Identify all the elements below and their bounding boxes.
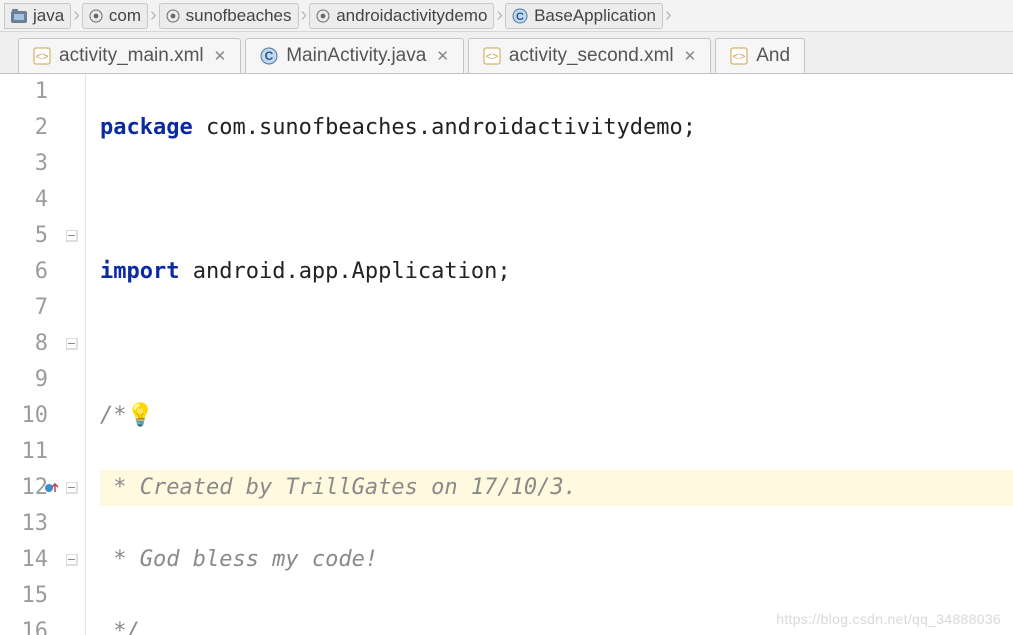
folder-source-icon: [11, 9, 27, 23]
watermark-text: https://blog.csdn.net/qq_34888036: [776, 611, 1001, 627]
line-number: 1: [0, 74, 48, 110]
breadcrumb-label: BaseApplication: [534, 6, 656, 26]
breadcrumb-item-com[interactable]: com: [82, 3, 148, 29]
xml-icon: <>: [483, 47, 501, 65]
breadcrumb-item-baseapplication[interactable]: C BaseApplication: [505, 3, 663, 29]
breadcrumb-item-java[interactable]: java: [4, 3, 71, 29]
line-number: 7: [0, 290, 48, 326]
comment-text: * God bless my code!: [100, 547, 378, 572]
line-number: 3: [0, 146, 48, 182]
line-number: 15: [0, 578, 48, 614]
keyword-import: import: [100, 259, 179, 284]
line-number: 16: [0, 614, 48, 635]
bulb-icon: 💡: [127, 403, 154, 428]
code-area[interactable]: package com.sunofbeaches.androidactivity…: [86, 74, 1013, 635]
breadcrumb-item-androidactivitydemo[interactable]: androidactivitydemo: [309, 3, 494, 29]
tab-overflow[interactable]: <> And: [715, 38, 805, 73]
comment-text: * Created by TrillGates on 17/10/3.: [100, 475, 577, 500]
svg-text:C: C: [265, 49, 274, 63]
breadcrumb-item-sunofbeaches[interactable]: sunofbeaches: [159, 3, 299, 29]
tab-activity-second-xml[interactable]: <> activity_second.xml ✕: [468, 38, 711, 73]
breadcrumb-label: sunofbeaches: [186, 6, 292, 26]
line-number: 8: [0, 326, 48, 362]
line-number: 13: [0, 506, 48, 542]
chevron-right-icon: ›: [150, 4, 157, 27]
chevron-right-icon: ›: [665, 4, 672, 27]
line-number: 5: [0, 218, 48, 254]
line-number: 6: [0, 254, 48, 290]
fold-open-icon[interactable]: [60, 470, 84, 506]
breadcrumb-label: androidactivitydemo: [336, 6, 487, 26]
close-icon[interactable]: ✕: [436, 47, 449, 65]
breadcrumb-bar: java › com › sunofbeaches › androidactiv…: [0, 0, 1013, 32]
svg-text:C: C: [516, 11, 524, 23]
tab-label: And: [756, 45, 790, 67]
close-icon[interactable]: ✕: [684, 47, 697, 65]
line-number: 14: [0, 542, 48, 578]
code-editor[interactable]: 1 2 3 4 5 6 7 8 9 10 11 12 13 14 15 16 p…: [0, 74, 1013, 635]
svg-text:<>: <>: [733, 51, 746, 63]
tab-activity-main-xml[interactable]: <> activity_main.xml ✕: [18, 38, 241, 73]
line-number: 9: [0, 362, 48, 398]
class-icon: C: [260, 47, 278, 65]
close-icon[interactable]: ✕: [214, 47, 227, 65]
tab-mainactivity-java[interactable]: C MainActivity.java ✕: [245, 38, 464, 73]
fold-close-icon[interactable]: [60, 326, 84, 362]
line-number: 11: [0, 434, 48, 470]
package-name: com.sunofbeaches.androidactivitydemo;: [193, 115, 696, 140]
xml-icon: <>: [33, 47, 51, 65]
chevron-right-icon: ›: [73, 4, 80, 27]
gutter-markers: [58, 74, 86, 635]
line-number-gutter: 1 2 3 4 5 6 7 8 9 10 11 12 13 14 15 16: [0, 74, 58, 635]
import-name: android.app.Application;: [179, 259, 510, 284]
chevron-right-icon: ›: [496, 4, 503, 27]
comment-close: */: [100, 619, 140, 635]
package-icon: [166, 9, 180, 23]
keyword-package: package: [100, 115, 193, 140]
package-icon: [89, 9, 103, 23]
package-icon: [316, 9, 330, 23]
tab-label: MainActivity.java: [286, 45, 426, 67]
comment-open: /*: [100, 403, 127, 428]
breadcrumb-label: com: [109, 6, 141, 26]
fold-open-icon[interactable]: [60, 218, 84, 254]
xml-icon: <>: [730, 47, 748, 65]
fold-close-icon[interactable]: [60, 542, 84, 578]
svg-text:<>: <>: [485, 51, 498, 63]
editor-tab-bar: <> activity_main.xml ✕ C MainActivity.ja…: [0, 32, 1013, 74]
breadcrumb-label: java: [33, 6, 64, 26]
svg-text:<>: <>: [36, 51, 49, 63]
class-icon: C: [512, 8, 528, 24]
chevron-right-icon: ›: [301, 4, 308, 27]
line-number: 10: [0, 398, 48, 434]
tab-label: activity_second.xml: [509, 45, 674, 67]
tab-label: activity_main.xml: [59, 45, 204, 67]
line-number: 2: [0, 110, 48, 146]
line-number: 4: [0, 182, 48, 218]
